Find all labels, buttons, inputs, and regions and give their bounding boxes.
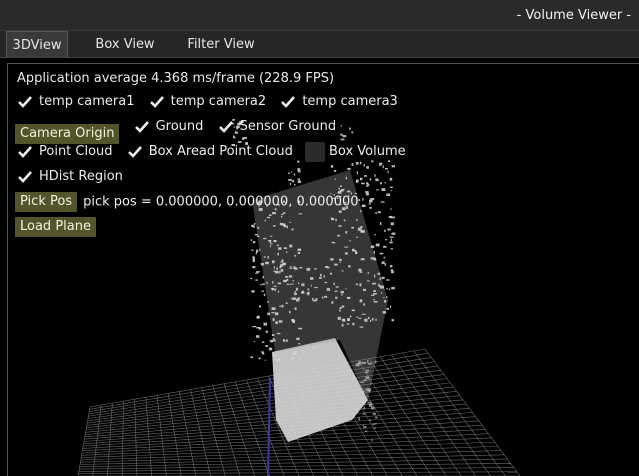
checkbox-box-aread-point-cloud[interactable]: Box Aread Point Cloud — [125, 142, 293, 162]
check-icon — [278, 92, 298, 112]
fps-text: Application average 4.368 ms/frame (228.… — [17, 71, 335, 86]
check-icon — [15, 142, 35, 162]
checkbox-label: Box Aread Point Cloud — [148, 144, 293, 159]
camera-row: temp camera1 temp camera2 temp camera3 — [15, 92, 406, 112]
unchecked-box-icon — [304, 142, 325, 162]
checkbox-temp-camera1[interactable]: temp camera1 — [15, 92, 135, 112]
hdist-row: HDist Region — [15, 167, 131, 187]
checkbox-label: temp camera1 — [39, 94, 135, 109]
pick-pos-row: Pick Pos pick pos = 0.000000, 0.000000, 0… — [15, 192, 359, 212]
pick-pos-text: pick pos = 0.000000, 0.000000, 0.000000 — [83, 194, 359, 210]
camera-origin-button[interactable]: Camera Origin — [15, 123, 120, 144]
load-plane-button[interactable]: Load Plane — [15, 217, 96, 237]
checkbox-label: HDist Region — [39, 169, 123, 184]
check-icon — [15, 167, 35, 187]
checkbox-ground[interactable]: Ground — [132, 117, 204, 137]
checkbox-label: temp camera2 — [170, 94, 267, 109]
check-icon — [15, 92, 35, 112]
overlay-panel: Application average 4.368 ms/frame (228.… — [0, 0, 639, 476]
checkbox-temp-camera3[interactable]: temp camera3 — [278, 92, 398, 112]
checkbox-label: temp camera3 — [302, 94, 398, 109]
checkbox-label: Sensor Ground — [239, 119, 337, 134]
check-icon — [125, 142, 145, 162]
checkbox-temp-camera2[interactable]: temp camera2 — [147, 92, 267, 112]
checkbox-label: Ground — [155, 119, 204, 134]
checkbox-label: Point Cloud — [39, 144, 113, 159]
checkbox-point-cloud[interactable]: Point Cloud — [15, 142, 113, 162]
checkbox-hdist-region[interactable]: HDist Region — [15, 167, 123, 187]
checkbox-label: Box Volume — [328, 144, 406, 159]
ground-row: Camera Origin Ground Sensor Ground — [15, 117, 344, 144]
checkbox-sensor-ground[interactable]: Sensor Ground — [216, 117, 337, 137]
load-plane-row: Load Plane — [15, 217, 104, 237]
check-icon — [132, 117, 152, 137]
checkbox-box-volume[interactable]: Box Volume — [304, 142, 406, 162]
point-cloud-row: Point Cloud Box Aread Point Cloud Box Vo… — [15, 142, 414, 162]
check-icon — [216, 117, 236, 137]
check-icon — [147, 92, 167, 112]
pick-pos-button[interactable]: Pick Pos — [15, 192, 78, 212]
